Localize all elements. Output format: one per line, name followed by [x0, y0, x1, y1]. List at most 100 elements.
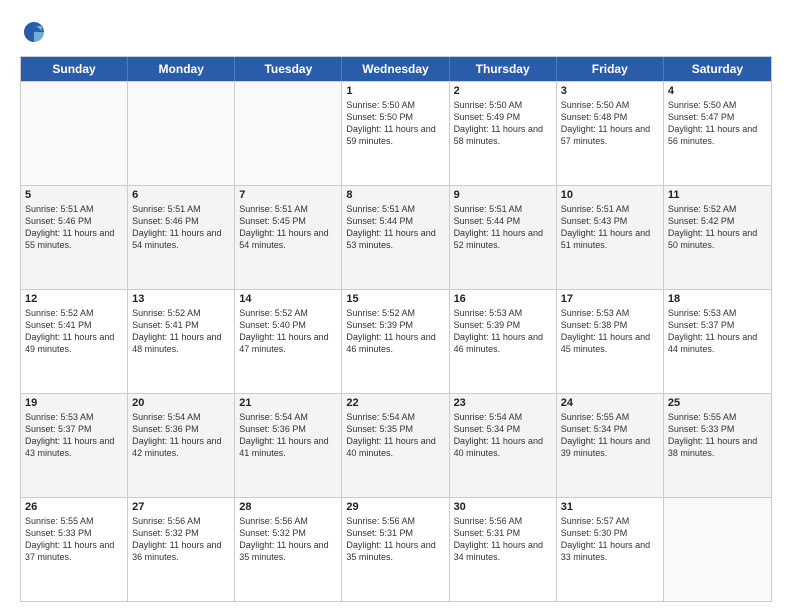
weekday-header-thursday: Thursday: [450, 57, 557, 81]
cell-sun-info: Sunrise: 5:54 AM Sunset: 5:35 PM Dayligh…: [346, 411, 444, 460]
calendar-cell-14: 14Sunrise: 5:52 AM Sunset: 5:40 PM Dayli…: [235, 290, 342, 393]
calendar-cell-30: 30 Sunrise: 5:56 AM Sunset: 5:31 PM Dayli…: [450, 498, 557, 601]
calendar-row-4: 26 Sunrise: 5:55 AM Sunset: 5:33 PM Dayli…: [21, 497, 771, 601]
day-number: 31: [561, 501, 659, 513]
cell-sun-info: Sunrise: 5:51 AM Sunset: 5:44 PM Dayligh…: [346, 203, 444, 252]
cell-sun-info: Sunrise: 5:54 AM Sunset: 5:36 PM Dayligh…: [132, 411, 230, 460]
day-number: 16: [454, 293, 552, 305]
day-number: 26: [25, 501, 123, 513]
day-number: 21: [239, 397, 337, 409]
calendar-cell-16: 16Sunrise: 5:53 AM Sunset: 5:39 PM Dayli…: [450, 290, 557, 393]
calendar-cell-6: 6Sunrise: 5:51 AM Sunset: 5:46 PM Daylig…: [128, 186, 235, 289]
calendar-cell-28: 28 Sunrise: 5:56 AM Sunset: 5:32 PM Dayli…: [235, 498, 342, 601]
day-number: 30: [454, 501, 552, 513]
cell-sun-info: Sunrise: 5:50 AM Sunset: 5:47 PM Dayligh…: [668, 99, 767, 148]
day-number: 17: [561, 293, 659, 305]
day-number: 24: [561, 397, 659, 409]
cell-sun-info: Sunrise: 5:54 AM Sunset: 5:36 PM Dayligh…: [239, 411, 337, 460]
calendar-row-2: 12 Sunrise: 5:52 AM Sunset: 5:41 PM Dayli…: [21, 289, 771, 393]
day-number: 23: [454, 397, 552, 409]
day-number: 1: [346, 85, 444, 97]
calendar-cell-9: 9Sunrise: 5:51 AM Sunset: 5:44 PM Daylig…: [450, 186, 557, 289]
calendar-cell-2: 2 Sunrise: 5:50 AM Sunset: 5:49 PM Daylig…: [450, 82, 557, 185]
calendar-cell-24: 24 Sunrise: 5:55 AM Sunset: 5:34 PM Dayli…: [557, 394, 664, 497]
day-number: 14: [239, 293, 337, 305]
day-number: 13: [132, 293, 230, 305]
cell-sun-info: Sunrise: 5:51 AM Sunset: 5:46 PM Dayligh…: [25, 203, 123, 252]
day-number: 12: [25, 293, 123, 305]
calendar-cell-4: 4 Sunrise: 5:50 AM Sunset: 5:47 PM Daylig…: [664, 82, 771, 185]
cell-sun-info: Sunrise: 5:55 AM Sunset: 5:33 PM Dayligh…: [25, 515, 123, 564]
day-number: 18: [668, 293, 767, 305]
cell-sun-info: Sunrise: 5:52 AM Sunset: 5:41 PM Dayligh…: [25, 307, 123, 356]
calendar-cell-25: 25Sunrise: 5:55 AM Sunset: 5:33 PM Dayli…: [664, 394, 771, 497]
cell-sun-info: Sunrise: 5:53 AM Sunset: 5:37 PM Dayligh…: [668, 307, 767, 356]
logo-icon: [20, 18, 48, 46]
calendar-cell-29: 29 Sunrise: 5:56 AM Sunset: 5:31 PM Dayli…: [342, 498, 449, 601]
cell-sun-info: Sunrise: 5:50 AM Sunset: 5:49 PM Dayligh…: [454, 99, 552, 148]
weekday-header-saturday: Saturday: [664, 57, 771, 81]
cell-sun-info: Sunrise: 5:56 AM Sunset: 5:31 PM Dayligh…: [454, 515, 552, 564]
cell-sun-info: Sunrise: 5:50 AM Sunset: 5:50 PM Dayligh…: [346, 99, 444, 148]
day-number: 4: [668, 85, 767, 97]
calendar-cell-26: 26 Sunrise: 5:55 AM Sunset: 5:33 PM Dayli…: [21, 498, 128, 601]
calendar-cell-12: 12 Sunrise: 5:52 AM Sunset: 5:41 PM Dayli…: [21, 290, 128, 393]
day-number: 28: [239, 501, 337, 513]
calendar-cell-22: 22 Sunrise: 5:54 AM Sunset: 5:35 PM Dayli…: [342, 394, 449, 497]
calendar-cell-15: 15 Sunrise: 5:52 AM Sunset: 5:39 PM Dayli…: [342, 290, 449, 393]
calendar-cell-1: 1 Sunrise: 5:50 AM Sunset: 5:50 PM Daylig…: [342, 82, 449, 185]
day-number: 2: [454, 85, 552, 97]
day-number: 7: [239, 189, 337, 201]
calendar-cell-18: 18 Sunrise: 5:53 AM Sunset: 5:37 PM Dayli…: [664, 290, 771, 393]
day-number: 11: [668, 189, 767, 201]
day-number: 3: [561, 85, 659, 97]
logo: [20, 18, 52, 46]
cell-sun-info: Sunrise: 5:51 AM Sunset: 5:44 PM Dayligh…: [454, 203, 552, 252]
weekday-header-friday: Friday: [557, 57, 664, 81]
calendar-cell-23: 23Sunrise: 5:54 AM Sunset: 5:34 PM Dayli…: [450, 394, 557, 497]
day-number: 6: [132, 189, 230, 201]
page: SundayMondayTuesdayWednesdayThursdayFrid…: [0, 0, 792, 612]
calendar-row-3: 19Sunrise: 5:53 AM Sunset: 5:37 PM Dayli…: [21, 393, 771, 497]
cell-sun-info: Sunrise: 5:53 AM Sunset: 5:37 PM Dayligh…: [25, 411, 123, 460]
day-number: 8: [346, 189, 444, 201]
day-number: 29: [346, 501, 444, 513]
cell-sun-info: Sunrise: 5:52 AM Sunset: 5:42 PM Dayligh…: [668, 203, 767, 252]
weekday-header-wednesday: Wednesday: [342, 57, 449, 81]
calendar-row-0: 1 Sunrise: 5:50 AM Sunset: 5:50 PM Daylig…: [21, 81, 771, 185]
cell-sun-info: Sunrise: 5:53 AM Sunset: 5:38 PM Dayligh…: [561, 307, 659, 356]
calendar-cell-empty-r4c6: [664, 498, 771, 601]
calendar-row-1: 5 Sunrise: 5:51 AM Sunset: 5:46 PM Daylig…: [21, 185, 771, 289]
calendar-cell-17: 17 Sunrise: 5:53 AM Sunset: 5:38 PM Dayli…: [557, 290, 664, 393]
cell-sun-info: Sunrise: 5:50 AM Sunset: 5:48 PM Dayligh…: [561, 99, 659, 148]
calendar-cell-11: 11 Sunrise: 5:52 AM Sunset: 5:42 PM Dayli…: [664, 186, 771, 289]
calendar-cell-13: 13 Sunrise: 5:52 AM Sunset: 5:41 PM Dayli…: [128, 290, 235, 393]
calendar-cell-20: 20 Sunrise: 5:54 AM Sunset: 5:36 PM Dayli…: [128, 394, 235, 497]
day-number: 10: [561, 189, 659, 201]
cell-sun-info: Sunrise: 5:52 AM Sunset: 5:41 PM Dayligh…: [132, 307, 230, 356]
calendar-cell-5: 5 Sunrise: 5:51 AM Sunset: 5:46 PM Daylig…: [21, 186, 128, 289]
calendar-cell-31: 31Sunrise: 5:57 AM Sunset: 5:30 PM Dayli…: [557, 498, 664, 601]
weekday-header-sunday: Sunday: [21, 57, 128, 81]
weekday-header-monday: Monday: [128, 57, 235, 81]
calendar-cell-empty-r0c1: [128, 82, 235, 185]
calendar-cell-empty-r0c2: [235, 82, 342, 185]
cell-sun-info: Sunrise: 5:56 AM Sunset: 5:31 PM Dayligh…: [346, 515, 444, 564]
calendar-cell-19: 19Sunrise: 5:53 AM Sunset: 5:37 PM Dayli…: [21, 394, 128, 497]
day-number: 20: [132, 397, 230, 409]
calendar-cell-empty-r0c0: [21, 82, 128, 185]
day-number: 22: [346, 397, 444, 409]
calendar-cell-7: 7 Sunrise: 5:51 AM Sunset: 5:45 PM Daylig…: [235, 186, 342, 289]
day-number: 15: [346, 293, 444, 305]
calendar-header: SundayMondayTuesdayWednesdayThursdayFrid…: [21, 57, 771, 81]
cell-sun-info: Sunrise: 5:56 AM Sunset: 5:32 PM Dayligh…: [239, 515, 337, 564]
cell-sun-info: Sunrise: 5:56 AM Sunset: 5:32 PM Dayligh…: [132, 515, 230, 564]
cell-sun-info: Sunrise: 5:51 AM Sunset: 5:45 PM Dayligh…: [239, 203, 337, 252]
day-number: 5: [25, 189, 123, 201]
day-number: 25: [668, 397, 767, 409]
calendar: SundayMondayTuesdayWednesdayThursdayFrid…: [20, 56, 772, 602]
calendar-cell-27: 27 Sunrise: 5:56 AM Sunset: 5:32 PM Dayli…: [128, 498, 235, 601]
cell-sun-info: Sunrise: 5:52 AM Sunset: 5:39 PM Dayligh…: [346, 307, 444, 356]
day-number: 27: [132, 501, 230, 513]
cell-sun-info: Sunrise: 5:55 AM Sunset: 5:34 PM Dayligh…: [561, 411, 659, 460]
